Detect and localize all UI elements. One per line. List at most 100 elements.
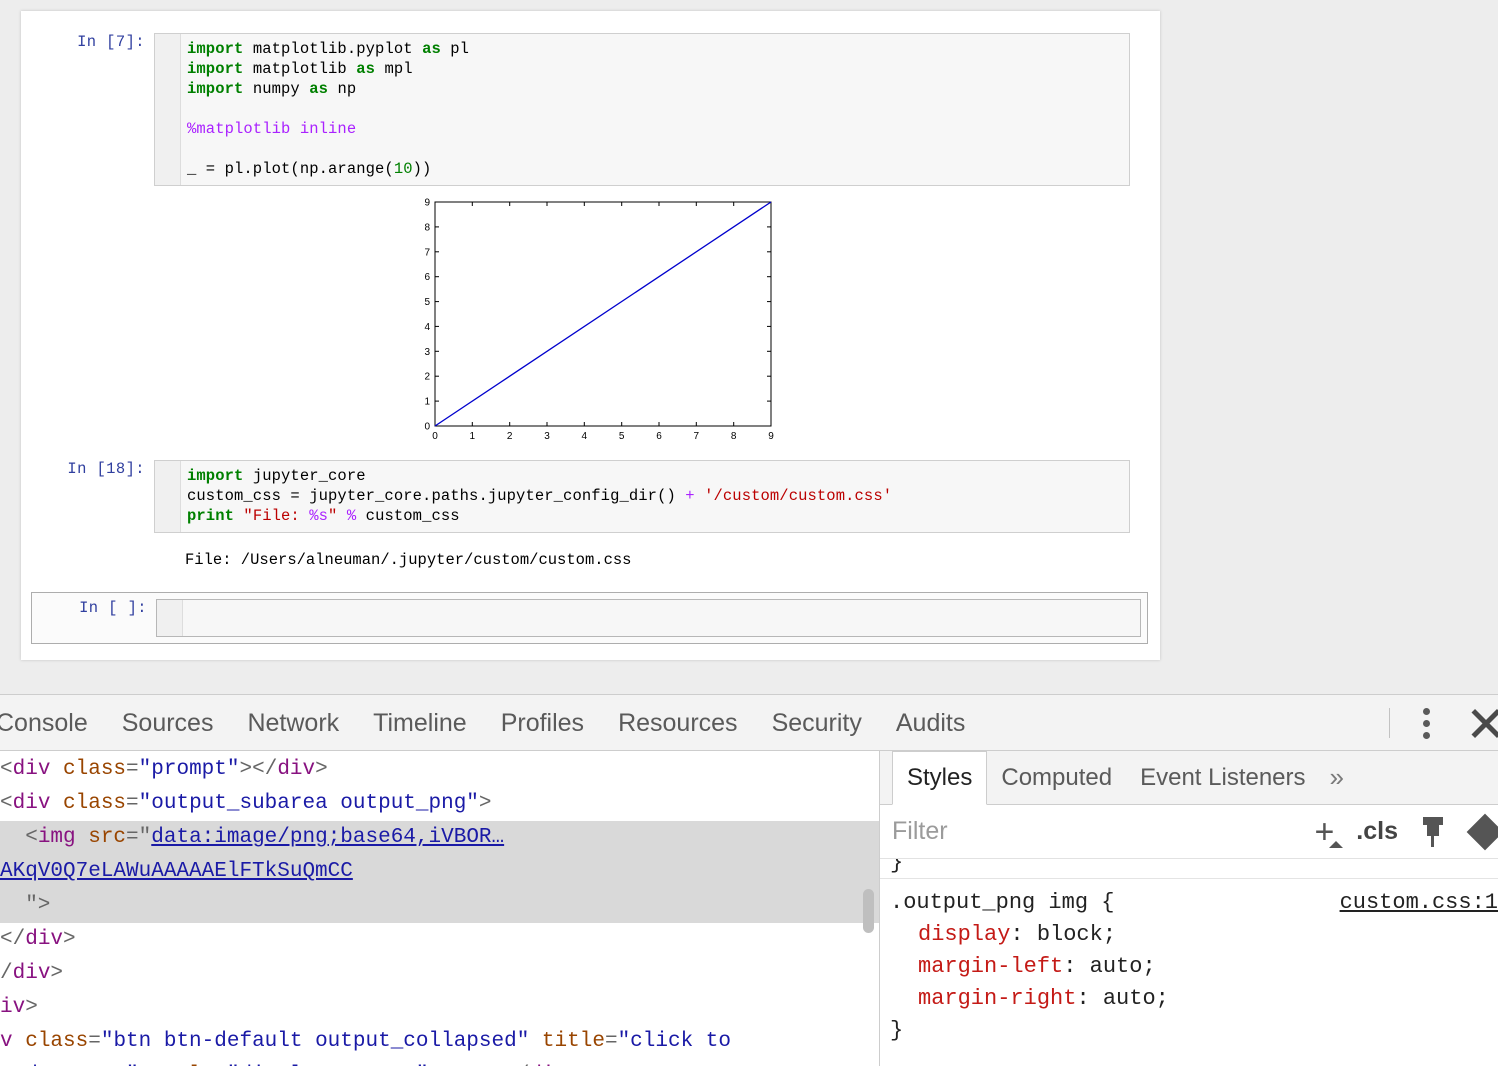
dom-tree-scrollbar-thumb[interactable]: [863, 889, 874, 933]
notebook-cell-2[interactable]: In [18]: import jupyter_core custom_css …: [21, 450, 1160, 533]
dom-node[interactable]: <div class="prompt"></div>: [0, 753, 879, 787]
dom-node[interactable]: </div>: [0, 923, 879, 957]
styles-tab-styles[interactable]: Styles: [892, 751, 988, 805]
dom-node[interactable]: <div class="output_subarea output_png">: [0, 787, 879, 821]
devtools-tab-console[interactable]: Console: [0, 695, 105, 751]
css-source-link[interactable]: custom.css:1: [1340, 887, 1498, 919]
devtools-tab-security[interactable]: Security: [755, 695, 879, 751]
dom-token-tag: div: [12, 758, 51, 781]
dom-token-lnk: data:image/png;base64,iVBOR…: [151, 826, 505, 849]
dom-node-selected[interactable]: AKqV0Q7eLAWuAAAAAElFTkSuQmCC: [0, 855, 879, 889]
svg-text:8: 8: [730, 431, 736, 442]
css-rule-output-png-img[interactable]: .output_png img { custom.css:1 display: …: [880, 879, 1498, 1045]
svg-text:6: 6: [424, 272, 430, 283]
dom-token-attr: class: [50, 792, 127, 815]
css-declaration[interactable]: display: block;: [890, 919, 1488, 951]
cell-output-text-2: File: /Users/alneuman/.jupyter/custom/cu…: [185, 551, 632, 569]
toggle-class-button[interactable]: .cls: [1356, 817, 1398, 846]
cell-input-area-1[interactable]: import matplotlib.pyplot as pl import ma…: [154, 33, 1130, 186]
cell-code-2[interactable]: import jupyter_core custom_css = jupyter…: [181, 461, 1129, 532]
css-declaration[interactable]: margin-right: auto;: [890, 983, 1488, 1015]
devtools-tab-network[interactable]: Network: [230, 695, 356, 751]
devtools-toolbar-actions: [1389, 695, 1498, 750]
dom-token-val: "click to: [617, 1030, 731, 1053]
dom-token-tag: div: [25, 928, 64, 951]
css-property-name[interactable]: margin-left: [918, 954, 1063, 979]
dom-token-punc: =: [126, 792, 139, 815]
cell-output-figure: 0 1 2 3 4 5 6 7 8 9 0 1 2 3 4 5 6 7 8 9: [21, 186, 1160, 450]
devtools-tab-resources[interactable]: Resources: [601, 695, 755, 751]
close-icon[interactable]: [1466, 703, 1498, 743]
dom-node[interactable]: iv>: [0, 991, 879, 1025]
css-property-value[interactable]: : block;: [1010, 922, 1116, 947]
add-style-rule-icon[interactable]: +: [1314, 815, 1334, 849]
dom-node[interactable]: v class="btn btn-default output_collapse…: [0, 1025, 879, 1059]
dom-token-val: "output_subarea output_png": [138, 792, 479, 815]
token-magic: %matplotlib inline: [187, 120, 357, 138]
cell-code-1[interactable]: import matplotlib.pyplot as pl import ma…: [181, 34, 1129, 185]
devtools-tab-bar[interactable]: Console Sources Network Timeline Profiles Res…: [0, 695, 982, 750]
pin-icon[interactable]: [1420, 816, 1446, 847]
kebab-menu-icon[interactable]: [1412, 706, 1442, 740]
dom-token-punc: <: [0, 758, 13, 781]
screen: In [7]: import matplotlib.pyplot as pl i…: [0, 0, 1498, 1066]
dom-token-attr: src: [75, 826, 127, 849]
dom-tree-pane[interactable]: <div class="prompt"></div> <div class="ou…: [0, 751, 880, 1066]
devtools-tab-audits[interactable]: Audits: [879, 695, 982, 751]
token-plotcall-end: )): [412, 160, 432, 178]
svg-text:1: 1: [469, 431, 475, 442]
dom-token-punc: </: [0, 928, 26, 951]
codemirror-gutter-3: [157, 600, 183, 636]
cell-code-3[interactable]: [183, 600, 1140, 636]
devtools-tab-sources[interactable]: Sources: [105, 695, 231, 751]
devtools-toolbar: Console Sources Network Timeline Profiles Res…: [0, 695, 1498, 751]
dom-token-punc: <: [0, 826, 38, 849]
svg-text:8: 8: [424, 222, 430, 233]
svg-text:4: 4: [581, 431, 587, 442]
color-swatch-icon[interactable]: [1466, 813, 1498, 850]
notebook-cell-3[interactable]: In [ ]:: [31, 592, 1148, 644]
token-as: as: [422, 40, 441, 58]
token-module: numpy: [243, 80, 310, 98]
dom-token-punc: =: [88, 1030, 101, 1053]
token-alias: pl: [440, 40, 470, 58]
dom-token-val: "prompt": [138, 758, 240, 781]
token-import: import: [187, 80, 244, 98]
css-property-name[interactable]: margin-right: [918, 986, 1076, 1011]
css-clipped-brace: }: [890, 859, 904, 875]
token-assign: custom_css = jupyter_core.paths.jupyter_…: [187, 487, 686, 505]
dom-token-punc: >: [315, 758, 328, 781]
styles-tab-bar[interactable]: Styles Computed Event Listeners»: [880, 751, 1498, 805]
css-declaration[interactable]: margin-left: auto;: [890, 951, 1488, 983]
dom-node[interactable]: and output" style="display: none;">. . .…: [0, 1059, 879, 1066]
dom-node[interactable]: /div>: [0, 957, 879, 991]
css-declarations: display: block; margin-left: auto; margin-…: [890, 919, 1488, 1015]
svg-text:2: 2: [424, 372, 430, 383]
token-alias: np: [328, 80, 357, 98]
dom-token-lnk: AKqV0Q7eLAWuAAAAAElFTkSuQmCC: [0, 860, 353, 883]
cell-input-area-3[interactable]: [156, 599, 1141, 637]
css-property-value[interactable]: : auto;: [1063, 954, 1155, 979]
devtools-tab-timeline[interactable]: Timeline: [356, 695, 484, 751]
css-property-value[interactable]: : auto;: [1076, 986, 1168, 1011]
devtools-tab-profiles[interactable]: Profiles: [484, 695, 601, 751]
dom-node-selected[interactable]: ">: [0, 889, 879, 923]
styles-more-tabs-icon[interactable]: »: [1320, 751, 1354, 804]
styles-tab-event-listeners[interactable]: Event Listeners: [1126, 751, 1319, 804]
svg-text:1: 1: [424, 397, 430, 408]
dom-tree-scrollbar[interactable]: [862, 751, 875, 1066]
dom-token-punc: =: [604, 1030, 618, 1053]
css-close-brace: }: [890, 1018, 904, 1043]
token-module: jupyter_core: [243, 467, 366, 485]
svg-text:5: 5: [424, 297, 430, 308]
styles-filter-input[interactable]: [892, 817, 1315, 846]
cell-input-area-2[interactable]: import jupyter_core custom_css = jupyter…: [154, 460, 1130, 533]
cell-prompt-1: In [7]:: [77, 33, 145, 51]
styles-tab-computed[interactable]: Computed: [987, 751, 1126, 804]
dom-node-selected[interactable]: <img src="data:image/png;base64,iVBOR…: [0, 821, 879, 855]
dom-token-val: "btn btn-default output_collapsed": [100, 1030, 530, 1053]
dom-token-attr: class: [50, 758, 127, 781]
css-property-name[interactable]: display: [918, 922, 1010, 947]
notebook-cell-1[interactable]: In [7]: import matplotlib.pyplot as pl i…: [21, 11, 1160, 186]
matplotlib-svg: 0 1 2 3 4 5 6 7 8 9 0 1 2 3 4 5 6 7 8 9: [400, 194, 781, 444]
